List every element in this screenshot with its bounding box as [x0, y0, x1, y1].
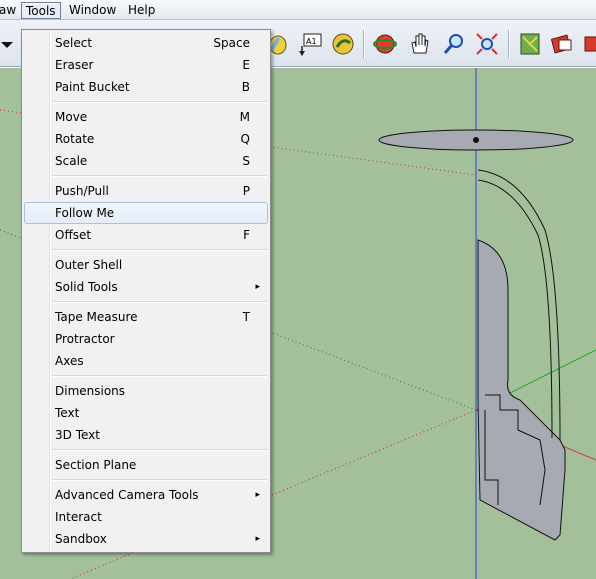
menu-item-label: Protractor [55, 332, 115, 346]
menu-item-shortcut: B [241, 80, 250, 94]
model-info-icon[interactable] [550, 31, 576, 57]
tools-menu: Select Space Eraser E Paint Bucket B Mov… [21, 29, 271, 553]
menu-item-label: Solid Tools [55, 280, 118, 294]
menu-item-shortcut: E [242, 58, 250, 72]
menu-item-paint-bucket[interactable]: Paint Bucket B [24, 76, 268, 98]
menu-item-3d-text[interactable]: 3D Text [24, 424, 268, 446]
menu-separator [52, 101, 267, 103]
menu-bar: aw Tools Window Help [0, 0, 596, 20]
svg-text:A1: A1 [306, 37, 317, 46]
menu-item-eraser[interactable]: Eraser E [24, 54, 268, 76]
menu-item-label: Interact [55, 510, 102, 524]
submenu-arrow-icon: ▸ [255, 282, 260, 292]
menu-separator [52, 301, 267, 303]
menu-item-shortcut: Q [240, 132, 250, 146]
menu-separator [52, 249, 267, 251]
menu-item-tape-measure[interactable]: Tape Measure T [24, 306, 268, 328]
pan-icon[interactable] [406, 31, 432, 57]
menu-item-label: 3D Text [55, 428, 100, 442]
menu-item-label: Outer Shell [55, 258, 123, 272]
menu-separator [52, 375, 267, 377]
menu-item-axes[interactable]: Axes [24, 350, 268, 372]
menu-item-label: Sandbox [55, 532, 107, 546]
menu-item-outer-shell[interactable]: Outer Shell [24, 254, 268, 276]
menu-item-move[interactable]: Move M [24, 106, 268, 128]
menu-item-label: Paint Bucket [55, 80, 130, 94]
menu-item-section-plane[interactable]: Section Plane [24, 454, 268, 476]
menu-separator [52, 449, 267, 451]
menu-item-sandbox[interactable]: Sandbox ▸ [24, 528, 268, 550]
menu-tools[interactable]: Tools [21, 2, 61, 19]
submenu-arrow-icon: ▸ [255, 534, 260, 544]
menu-item-label: Eraser [55, 58, 94, 72]
menu-item-offset[interactable]: Offset F [24, 224, 268, 246]
orbit-icon[interactable] [372, 31, 398, 57]
menu-item-label: Tape Measure [55, 310, 138, 324]
menu-item-label: Dimensions [55, 384, 126, 398]
menu-window[interactable]: Window [64, 2, 121, 19]
zoom-icon[interactable] [441, 31, 467, 57]
menu-item-label: Rotate [55, 132, 95, 146]
3d-text-icon[interactable] [330, 31, 356, 57]
menu-help[interactable]: Help [123, 2, 160, 19]
menu-item-scale[interactable]: Scale S [24, 150, 268, 172]
menu-item-rotate[interactable]: Rotate Q [24, 128, 268, 150]
menu-separator [52, 175, 267, 177]
menu-item-label: Move [55, 110, 88, 124]
menu-item-label: Scale [55, 154, 88, 168]
component-icon[interactable] [582, 31, 596, 57]
menu-item-shortcut: Space [213, 36, 250, 50]
circle-center-point [473, 137, 479, 143]
menu-draw[interactable]: aw [0, 2, 21, 19]
menu-item-label: Push/Pull [55, 184, 109, 198]
dropdown-arrow-icon[interactable] [0, 31, 20, 57]
menu-separator [52, 479, 267, 481]
menu-item-label: Text [55, 406, 80, 420]
menu-item-protractor[interactable]: Protractor [24, 328, 268, 350]
menu-item-text[interactable]: Text [24, 402, 268, 424]
menu-item-advanced-camera-tools[interactable]: Advanced Camera Tools ▸ [24, 484, 268, 506]
menu-item-push-pull[interactable]: Push/Pull P [24, 180, 268, 202]
menu-item-shortcut: F [243, 228, 250, 242]
menu-item-label: Section Plane [55, 458, 137, 472]
menu-item-interact[interactable]: Interact [24, 506, 268, 528]
menu-item-select[interactable]: Select Space [24, 32, 268, 54]
submenu-arrow-icon: ▸ [255, 490, 260, 500]
menu-item-solid-tools[interactable]: Solid Tools ▸ [24, 276, 268, 298]
menu-item-label: Select [55, 36, 93, 50]
menu-item-follow-me[interactable]: Follow Me [24, 202, 268, 224]
menu-item-shortcut: P [242, 184, 250, 198]
zoom-extents-icon[interactable] [474, 31, 500, 57]
menu-item-label: Follow Me [55, 206, 115, 220]
menu-item-label: Advanced Camera Tools [55, 488, 199, 502]
menu-item-label: Offset [55, 228, 92, 242]
menu-item-shortcut: T [242, 310, 250, 324]
menu-item-shortcut: S [242, 154, 250, 168]
map-icon[interactable] [517, 31, 543, 57]
text-label-icon[interactable]: A1 [297, 31, 323, 57]
menu-item-label: Axes [55, 354, 84, 368]
menu-item-shortcut: M [239, 110, 250, 124]
menu-item-dimensions[interactable]: Dimensions [24, 380, 268, 402]
